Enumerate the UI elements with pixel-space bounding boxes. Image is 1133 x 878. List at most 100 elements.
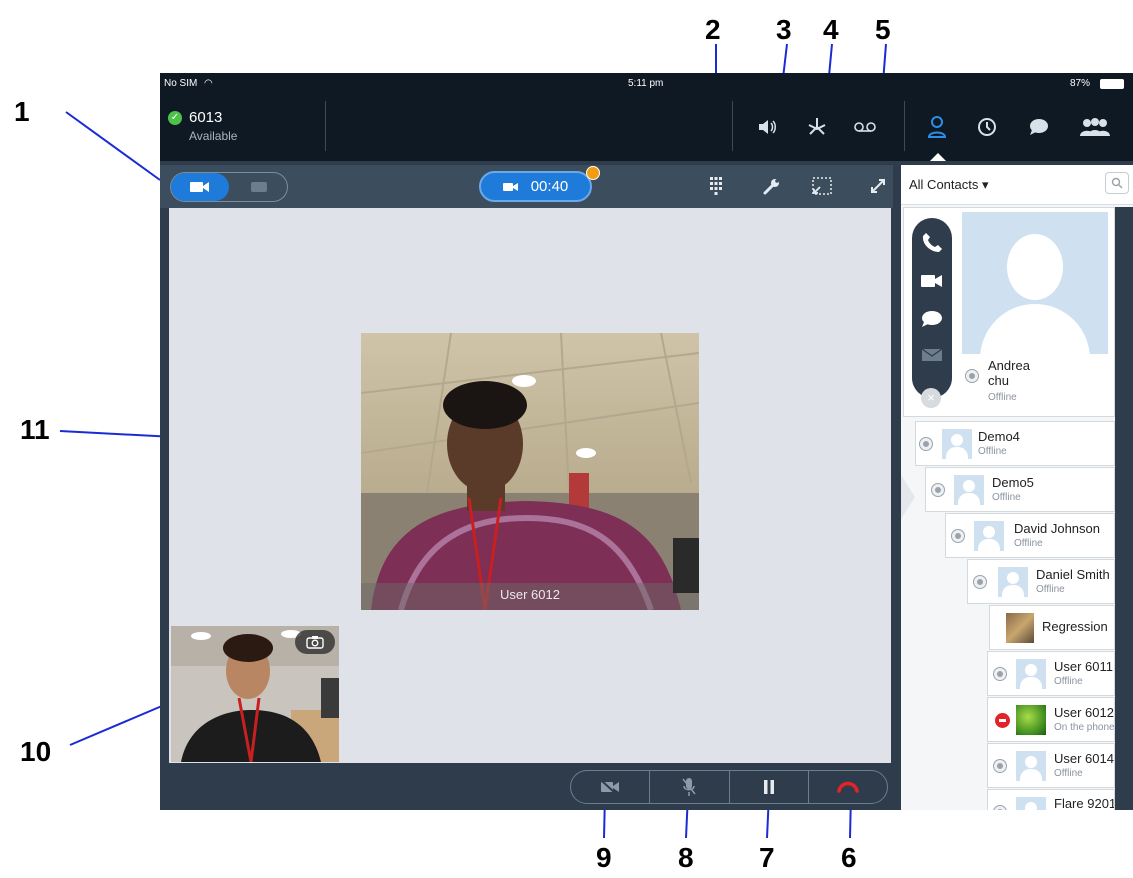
contact-photo-placeholder [962,212,1108,354]
callout-11: 11 [20,414,50,445]
settings-wrench-icon[interactable] [762,176,782,196]
screen-share-view-button[interactable] [231,173,287,201]
contact-status: Offline [1054,768,1083,779]
contact-name: User 6012 [1054,705,1114,720]
voicemail-icon[interactable] [848,111,882,143]
contacts-filter-dropdown[interactable]: All Contacts ▾ [909,177,989,193]
end-call-button[interactable] [809,771,887,803]
wifi-icon: ◠ [204,78,213,89]
video-camera-icon [502,182,518,191]
fullscreen-expand-icon[interactable] [868,176,888,196]
stop-video-button[interactable] [571,771,651,803]
avatar [954,475,984,505]
callout-7: 7 [759,842,775,873]
video-area: User 6012 [169,208,891,763]
call-action-icon[interactable] [922,232,942,257]
contact-row[interactable]: User 6012 On the phone [987,697,1115,742]
callout-1: 1 [14,96,30,127]
clock: 5:11 pm [628,78,664,89]
contact-status: On the phone [1054,722,1115,733]
hold-button[interactable] [730,771,809,803]
callout-9: 9 [596,842,612,873]
panel-arrow [901,475,915,519]
active-tab-pointer [930,153,946,161]
avatar [1016,797,1046,810]
presence-offline-icon [966,370,978,382]
callout-8: 8 [678,842,694,873]
chat-action-icon[interactable] [921,310,943,333]
battery-icon [1100,79,1124,89]
contact-photo [1016,705,1046,735]
close-card-icon[interactable]: × [921,388,941,408]
contact-row[interactable]: David Johnson Offline [945,513,1115,558]
presence-offline-icon [994,806,1006,810]
top-toolbar: ✓ 6013 Available [160,95,1133,161]
notification-badge [586,166,600,180]
avatar-head-shape [1007,234,1063,300]
call-toolbar: 00:40 [160,165,893,208]
contact-row[interactable]: Demo5 Offline [925,467,1115,512]
presence-offline-icon [932,484,944,496]
chat-tab-icon[interactable] [1022,111,1056,143]
transfer-icon[interactable] [800,111,834,143]
call-controls-group [570,770,888,804]
switch-camera-icon [306,636,324,649]
search-button[interactable] [1105,172,1129,194]
selected-contact-status: Offline [988,392,1017,403]
email-action-icon[interactable] [921,348,943,367]
contacts-tab-icon[interactable] [920,111,954,143]
pause-icon [763,780,774,794]
contact-name: User 6014 [1054,751,1114,766]
contact-name: Daniel Smith [1036,567,1110,582]
speaker-icon[interactable] [750,111,784,143]
video-call-action-icon[interactable] [921,274,943,293]
contact-name: User 6011 [1054,659,1114,674]
history-tab-icon[interactable] [970,111,1004,143]
self-preview-video [171,626,339,762]
divider [904,101,905,151]
fit-to-window-icon[interactable] [811,176,833,196]
view-mode-toggle [170,172,288,202]
dialpad-icon[interactable] [708,175,724,197]
alphabet-index[interactable] [1115,207,1133,810]
microphone-off-icon [682,778,696,796]
app-window: No SIM ◠ 5:11 pm 87% ✓ 6013 Available 00… [160,73,1133,810]
carrier-label: No SIM [164,78,198,89]
search-icon [1111,177,1123,189]
presence-offline-icon [920,438,932,450]
contact-row[interactable]: User 6011 Offline [987,651,1115,696]
mute-button[interactable] [650,771,730,803]
avatar [942,429,972,459]
contact-name: Demo4 [978,429,1020,444]
battery-label: 87% [1070,78,1091,89]
call-controls-bar [160,765,893,810]
contact-photo [1006,613,1034,643]
contact-row[interactable]: Demo4 Offline [915,421,1115,466]
contact-row[interactable]: Flare 9201 [987,789,1115,810]
contacts-header: All Contacts ▾ [901,165,1133,205]
contact-name: David Johnson [1014,521,1100,536]
video-view-button[interactable] [171,173,229,201]
remote-video: User 6012 [361,333,699,610]
screen-share-icon [251,182,267,192]
annotated-screenshot: 1 2 3 4 5 6 7 8 9 10 11 No SIM ◠ 5:11 pm… [0,0,1133,878]
groups-tab-icon[interactable] [1078,111,1112,143]
contact-status: Offline [978,446,1007,457]
remote-participant-video-frame [361,333,699,610]
divider [325,101,326,151]
contact-row[interactable]: User 6014 Offline [987,743,1115,788]
presence-selector[interactable]: ✓ 6013 Available [168,109,318,149]
switch-camera-button[interactable] [295,630,335,654]
call-timer-button[interactable]: 00:40 [479,171,592,202]
avatar-body-shape [980,304,1090,354]
contact-row[interactable]: Daniel Smith Offline [967,559,1115,604]
callout-2: 2 [705,14,721,45]
presence-busy-icon [996,714,1009,727]
callout-6: 6 [841,842,857,873]
contact-name: Demo5 [992,475,1034,490]
presence-offline-icon [974,576,986,588]
contact-status: Offline [1054,676,1083,687]
call-timer: 00:40 [530,178,569,195]
contact-actions [912,218,952,398]
contact-row[interactable]: Regression [989,605,1115,650]
